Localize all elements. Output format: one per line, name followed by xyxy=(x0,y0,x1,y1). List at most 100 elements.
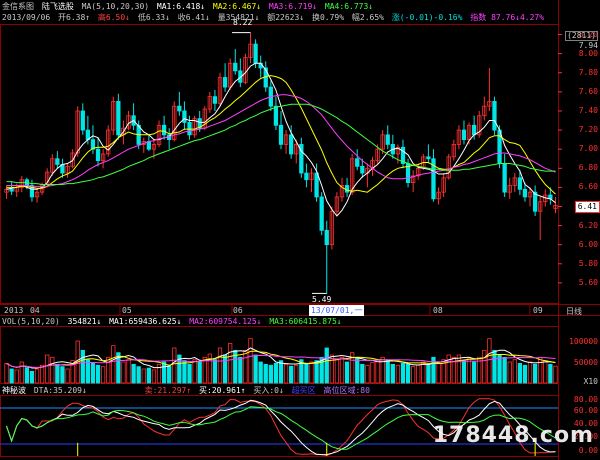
chart-header-row1: 金信系图 陆飞选股 MA(5,10,20,30) MA1:6.418↓ MA2:… xyxy=(2,1,376,12)
volume-bar-up xyxy=(365,364,370,384)
volume-bar-up xyxy=(111,345,116,384)
volume-bar-down xyxy=(522,364,528,384)
volume-bar-up xyxy=(141,368,146,384)
price-tick-label: 6.60 xyxy=(578,182,598,192)
candle-down xyxy=(517,177,523,190)
price-tick-label: 7.60 xyxy=(578,86,598,96)
volume-bar-down xyxy=(253,354,258,384)
volume-bar-down xyxy=(131,363,136,384)
crosshair-date: 13/07/01,一 xyxy=(309,305,365,316)
candle-down xyxy=(161,124,167,136)
volume-bar-up xyxy=(370,362,375,384)
volume-bar-down xyxy=(238,356,243,384)
low-value: 低6.33↓ xyxy=(137,13,170,22)
volume-bar-down xyxy=(405,363,411,384)
low-price-annotation: 5.49 xyxy=(312,295,332,304)
candle-down xyxy=(289,134,294,155)
volume-bar-down xyxy=(60,366,65,384)
candle-down xyxy=(344,185,350,193)
volume-bar-down xyxy=(146,367,151,384)
indicator-header: 神秘波 DTA:35.209↓ 卖:21.297↑ 买:20.961↑ 买入:0… xyxy=(2,386,373,396)
volume-bar-up xyxy=(121,361,126,384)
volume-bar-down xyxy=(289,365,294,384)
current-price-tag: 6.41 xyxy=(574,201,600,213)
price-tick-label: 7.20 xyxy=(578,125,598,135)
candle-down xyxy=(492,101,497,131)
candle-down xyxy=(95,148,101,162)
volume-bar-up xyxy=(39,364,45,384)
volume-bar-up xyxy=(192,359,197,384)
volume-bar-down xyxy=(344,361,350,384)
price-panel-frame xyxy=(0,24,559,304)
volume-bar-down xyxy=(304,362,309,384)
volume-bar-down xyxy=(461,360,467,384)
candle-down xyxy=(314,172,319,198)
candle-down xyxy=(146,141,151,150)
candle-down xyxy=(502,163,507,193)
candle-down xyxy=(360,165,365,174)
ma3-value: MA3:6.719↓ xyxy=(268,2,318,11)
badge-value: 7.94 xyxy=(578,41,598,50)
volume-bar-up xyxy=(416,364,421,384)
high-price-annotation: 8.22 xyxy=(233,18,253,27)
date-axis-year: 2013 xyxy=(4,306,24,315)
volume-bar-down xyxy=(90,362,96,384)
date-axis-month-05: 05 xyxy=(122,306,132,315)
volume-bar-down xyxy=(161,361,167,384)
date-axis-month-09: 09 xyxy=(533,306,543,315)
price-tick-label: 7.80 xyxy=(578,67,598,77)
volume-bar-up xyxy=(538,356,543,384)
price-tick-label: 5.60 xyxy=(578,277,598,287)
volume-bar-down xyxy=(263,363,268,384)
candle-down xyxy=(278,124,284,145)
open-value: 开6.38↑ xyxy=(58,13,91,22)
volume-bar-down xyxy=(222,354,228,384)
period-label[interactable]: 日线 xyxy=(566,306,582,317)
date-axis-month-08: 08 xyxy=(433,306,443,315)
ma1-value: MA1:6.418↓ xyxy=(156,2,206,11)
volume-bar-down xyxy=(278,360,284,384)
turnover-value: 换0.79% xyxy=(311,13,345,22)
volume-bar-down xyxy=(29,370,35,384)
volume-bar-up xyxy=(172,347,177,384)
volume-bar-down xyxy=(258,361,263,384)
volume-bar-down xyxy=(212,359,218,384)
volume-bar-down xyxy=(187,363,192,384)
price-tick-label: 7.00 xyxy=(578,144,598,154)
candle-down xyxy=(182,110,187,123)
volume-bar-up xyxy=(329,354,334,384)
volume-bar-up xyxy=(309,361,314,384)
app-name: 金信系图 xyxy=(2,2,34,11)
volume-bar-down xyxy=(400,362,406,384)
volume-bar-down xyxy=(136,366,141,384)
indicator-buy: 买:20.961↑ xyxy=(199,386,246,395)
volume-tick-100000: 100000 xyxy=(569,337,598,346)
price-tick-label: 6.80 xyxy=(578,163,598,173)
price-tick-label: 6.00 xyxy=(578,239,598,249)
volume-bar-down xyxy=(85,359,91,384)
volume-bar-up xyxy=(14,369,19,384)
volume-bar-down xyxy=(55,363,60,384)
candle-down xyxy=(304,172,309,181)
volume-bar-down xyxy=(167,365,172,384)
indicator-tick-60: 60.00 xyxy=(573,406,598,415)
volume-bar-up xyxy=(126,359,131,384)
volume-bar-up xyxy=(466,358,472,384)
indicator-zone: 超买区 xyxy=(291,386,316,395)
volume-label: VOL(5,10,20) xyxy=(2,317,60,326)
ma4-value: MA4:6.773↓ xyxy=(324,2,374,11)
candle-down xyxy=(222,77,228,88)
watermark-text: 178448.com xyxy=(432,423,594,448)
volume-bar-up xyxy=(456,354,462,384)
stock-name[interactable]: 陆飞选股 xyxy=(42,2,74,11)
volume-bar-down xyxy=(80,349,85,384)
close-value: 收6.41↓ xyxy=(177,13,210,22)
indicator-name[interactable]: 神秘波 xyxy=(2,386,26,395)
volume-bar-down xyxy=(197,361,202,384)
volume-bar-up xyxy=(543,360,548,384)
volume-bar-down xyxy=(497,354,502,384)
volume-unit: X10 xyxy=(583,377,598,386)
volume-bar-down xyxy=(502,356,507,384)
volume-bar-down xyxy=(360,363,365,384)
candle-down xyxy=(116,101,121,136)
